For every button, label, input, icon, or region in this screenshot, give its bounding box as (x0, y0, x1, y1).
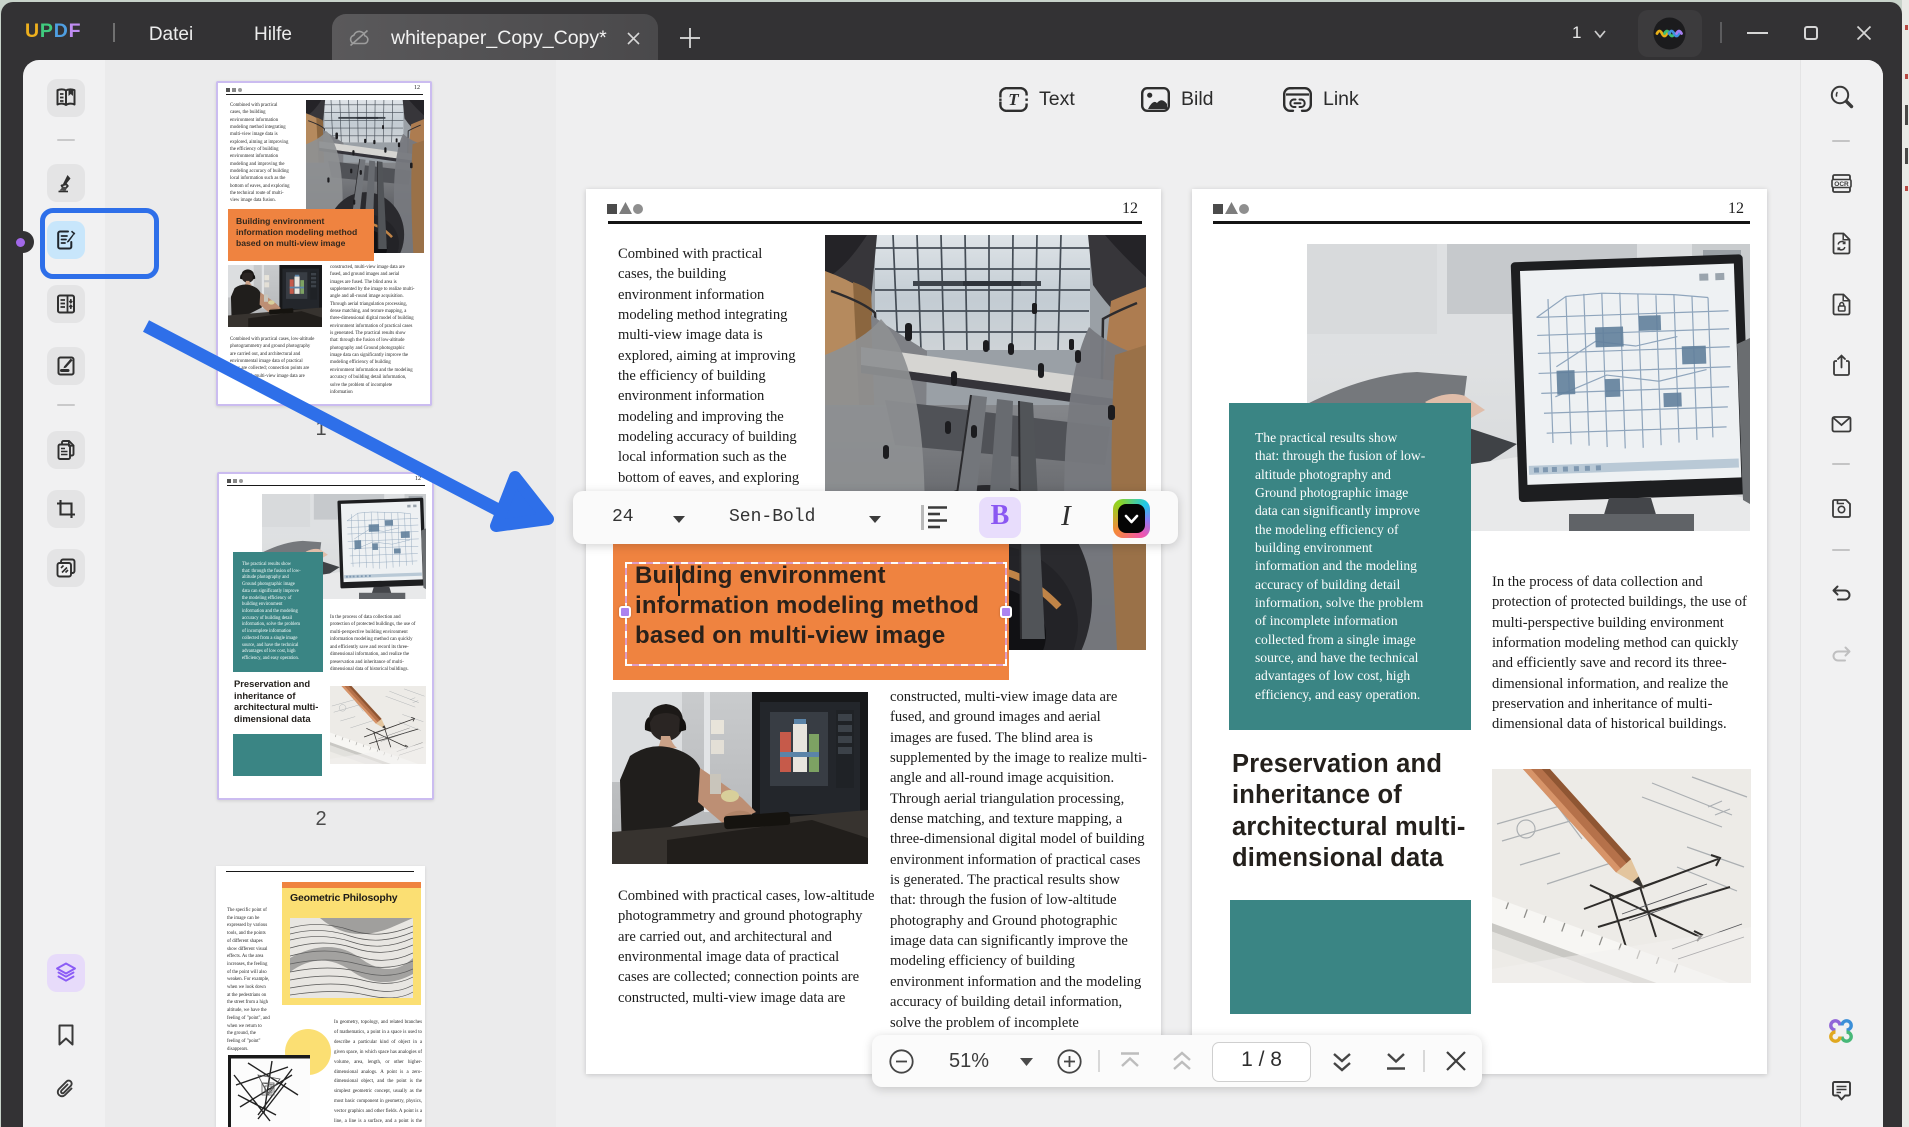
svg-text:T: T (1008, 90, 1019, 109)
svg-text:OCR: OCR (1834, 181, 1849, 188)
